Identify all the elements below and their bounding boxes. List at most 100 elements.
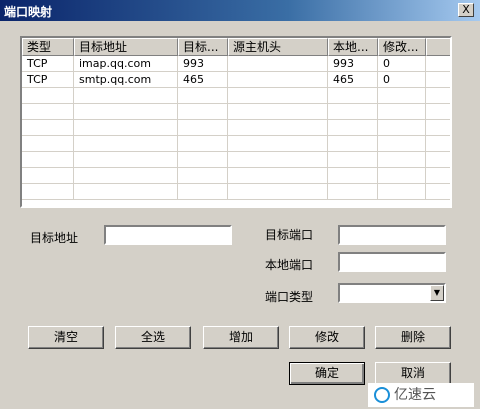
table-cell xyxy=(228,56,328,72)
table-cell xyxy=(426,136,450,152)
table-cell: TCP xyxy=(22,72,74,88)
table-cell xyxy=(178,136,228,152)
table-cell: 993 xyxy=(178,56,228,72)
column-header[interactable]: 目标... xyxy=(178,38,228,56)
list-header: 类型 目标地址 目标... 源主机头 本地... 修改... xyxy=(22,38,450,56)
table-cell xyxy=(178,152,228,168)
table-cell xyxy=(22,136,74,152)
column-header[interactable]: 本地... xyxy=(328,38,378,56)
table-cell xyxy=(228,184,328,200)
port-mapping-dialog: 端口映射 X 类型 目标地址 目标... 源主机头 本地... 修改... TCP imap… xyxy=(0,0,480,409)
table-cell xyxy=(328,184,378,200)
table-cell xyxy=(228,104,328,120)
table-cell xyxy=(22,120,74,136)
empty-row xyxy=(22,136,450,152)
table-cell xyxy=(328,152,378,168)
column-header[interactable]: 源主机头 xyxy=(228,38,328,56)
table-cell xyxy=(74,104,178,120)
empty-row xyxy=(22,152,450,168)
target-port-label: 目标端口 xyxy=(265,228,314,242)
table-row[interactable]: TCP imap.qq.com 993 993 0 xyxy=(22,56,450,72)
table-cell: 465 xyxy=(328,72,378,88)
table-cell: smtp.qq.com xyxy=(74,72,178,88)
table-cell: 993 xyxy=(328,56,378,72)
column-header[interactable]: 修改... xyxy=(378,38,426,56)
cancel-button[interactable]: 取消 xyxy=(375,362,451,385)
select-all-button[interactable]: 全选 xyxy=(115,326,191,349)
close-button[interactable]: X xyxy=(458,3,474,17)
table-cell xyxy=(378,152,426,168)
table-cell xyxy=(378,104,426,120)
table-cell xyxy=(426,72,450,88)
column-header[interactable]: 类型 xyxy=(22,38,74,56)
table-cell xyxy=(74,152,178,168)
table-cell xyxy=(378,88,426,104)
table-cell xyxy=(74,168,178,184)
table-cell xyxy=(378,120,426,136)
column-header[interactable]: 目标地址 xyxy=(74,38,178,56)
table-cell xyxy=(328,120,378,136)
modify-button[interactable]: 修改 xyxy=(289,326,365,349)
local-port-label: 本地端口 xyxy=(265,258,314,272)
table-cell xyxy=(378,136,426,152)
table-cell xyxy=(178,104,228,120)
table-cell xyxy=(426,104,450,120)
chevron-down-icon[interactable]: ▼ xyxy=(430,285,444,301)
table-cell xyxy=(426,184,450,200)
table-cell xyxy=(22,104,74,120)
table-cell xyxy=(178,168,228,184)
table-cell xyxy=(328,168,378,184)
table-cell xyxy=(228,88,328,104)
title-bar[interactable]: 端口映射 X xyxy=(0,0,480,21)
list-body: TCP imap.qq.com 993 993 0 TCP smtp.qq.com 465 46… xyxy=(22,56,450,200)
ok-button[interactable]: 确定 xyxy=(289,362,365,385)
table-cell xyxy=(22,168,74,184)
table-cell: 465 xyxy=(178,72,228,88)
table-cell xyxy=(22,152,74,168)
table-cell xyxy=(426,152,450,168)
table-cell xyxy=(228,72,328,88)
clear-button[interactable]: 清空 xyxy=(28,326,104,349)
table-cell: 0 xyxy=(378,56,426,72)
watermark: 亿速云 xyxy=(368,383,474,407)
table-cell xyxy=(328,136,378,152)
add-button[interactable]: 增加 xyxy=(203,326,279,349)
target-address-input[interactable] xyxy=(104,225,232,245)
cloud-logo-icon xyxy=(374,387,390,403)
table-cell xyxy=(74,88,178,104)
watermark-text: 亿速云 xyxy=(394,387,436,403)
table-cell xyxy=(74,136,178,152)
table-cell xyxy=(426,120,450,136)
table-cell xyxy=(426,168,450,184)
table-cell xyxy=(228,168,328,184)
table-cell xyxy=(74,184,178,200)
table-cell: TCP xyxy=(22,56,74,72)
port-type-select[interactable]: ▼ xyxy=(338,283,446,303)
table-cell xyxy=(426,88,450,104)
table-cell xyxy=(426,56,450,72)
table-cell xyxy=(378,168,426,184)
empty-row xyxy=(22,104,450,120)
local-port-input[interactable] xyxy=(338,252,446,272)
table-cell xyxy=(328,88,378,104)
table-cell xyxy=(228,152,328,168)
table-cell xyxy=(178,120,228,136)
table-cell xyxy=(22,88,74,104)
port-mapping-list[interactable]: 类型 目标地址 目标... 源主机头 本地... 修改... TCP imap.qq.com… xyxy=(20,36,452,208)
empty-row xyxy=(22,168,450,184)
window-title: 端口映射 xyxy=(4,5,53,19)
empty-row xyxy=(22,120,450,136)
port-type-label: 端口类型 xyxy=(265,290,314,304)
delete-button[interactable]: 删除 xyxy=(375,326,451,349)
table-cell xyxy=(178,88,228,104)
table-cell xyxy=(178,184,228,200)
column-header[interactable] xyxy=(426,38,450,56)
table-cell xyxy=(74,120,178,136)
empty-row xyxy=(22,88,450,104)
table-row[interactable]: TCP smtp.qq.com 465 465 0 xyxy=(22,72,450,88)
table-cell xyxy=(22,184,74,200)
target-address-label: 目标地址 xyxy=(30,231,79,245)
table-cell xyxy=(228,120,328,136)
table-cell: imap.qq.com xyxy=(74,56,178,72)
target-port-input[interactable] xyxy=(338,225,446,245)
